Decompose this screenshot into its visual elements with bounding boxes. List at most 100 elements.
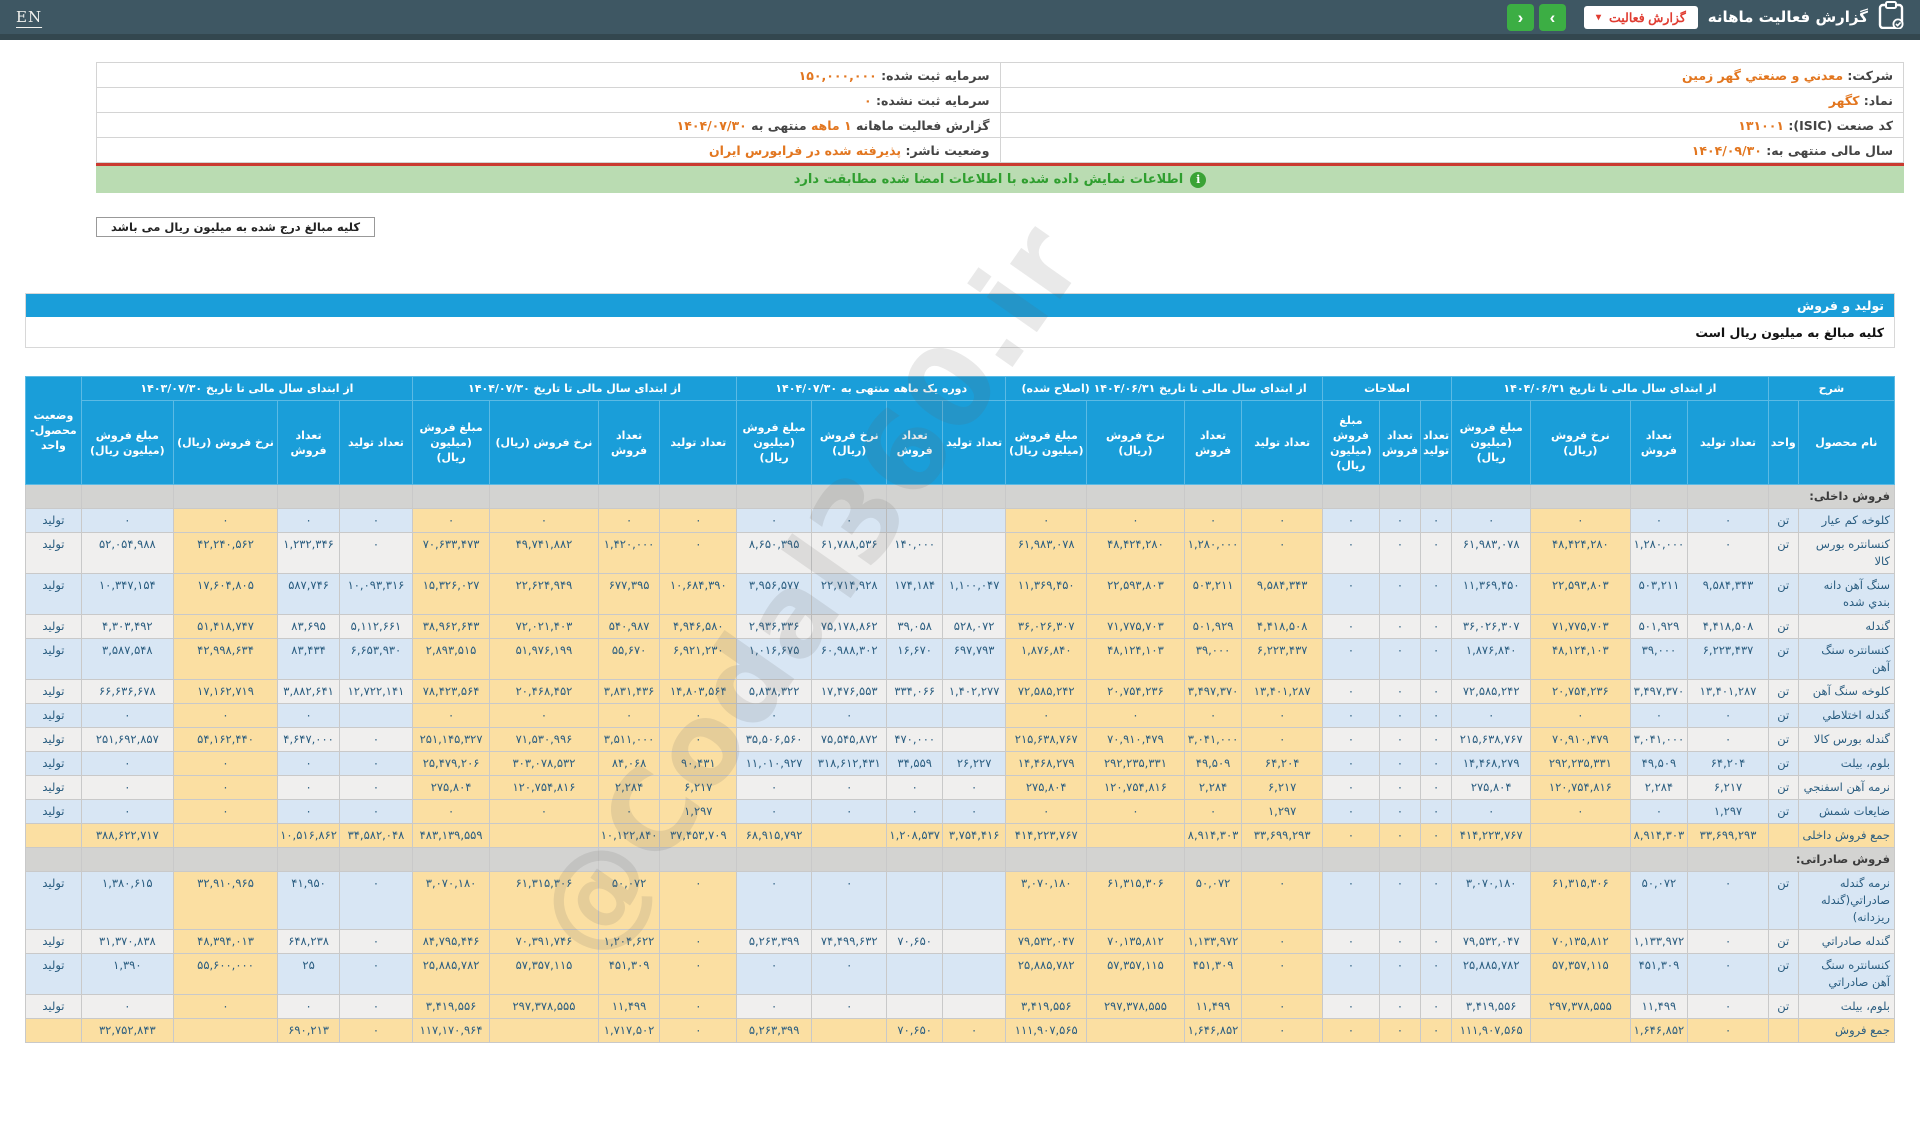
value-cell: ۰ — [1531, 800, 1630, 824]
value-cell: ۷۱,۷۷۵,۷۰۳ — [1531, 615, 1630, 639]
cell — [1242, 848, 1322, 872]
cell — [942, 485, 1005, 509]
value-cell: ۳۹,۰۰۰ — [1630, 639, 1688, 680]
value-cell: ۶,۲۱۷ — [660, 776, 737, 800]
value-cell: ۰ — [598, 704, 660, 728]
million-rial-note-box: کلیه مبالغ درج شده به میلیون ریال می باش… — [96, 217, 375, 237]
info-value: معدني و صنعتي گهر زمين — [1682, 68, 1843, 83]
value-cell: ۰ — [1379, 639, 1420, 680]
value-cell: ۲۹۷,۳۷۸,۵۵۵ — [490, 995, 599, 1019]
value-cell: ۰ — [1688, 1019, 1768, 1043]
table-row: نرمه آهن اسفنجيتن۶,۲۱۷۲,۲۸۴۱۲۰,۷۵۴,۸۱۶۲۷… — [26, 776, 1895, 800]
value-cell: ۰ — [1421, 930, 1452, 954]
value-cell: ۰ — [1322, 533, 1379, 574]
value-cell: ۰ — [1421, 728, 1452, 752]
cell — [1452, 848, 1531, 872]
previous-report-button[interactable]: ‹ — [1507, 4, 1534, 31]
category-name-cell: فروش داخلی: — [1768, 485, 1894, 509]
value-cell — [339, 704, 412, 728]
cell — [490, 848, 599, 872]
value-cell: ۱۲۰,۷۵۴,۸۱۶ — [1531, 776, 1630, 800]
value-cell: ۱۰,۳۴۷,۱۵۴ — [81, 574, 173, 615]
value-cell: ۳,۴۹۷,۳۷۰ — [1184, 680, 1242, 704]
status-column-header: وضعیت محصول- واحد — [26, 377, 82, 485]
value-cell: ۳۴,۵۸۲,۰۴۸ — [339, 824, 412, 848]
value-cell: ۱۴,۴۶۸,۲۷۹ — [1452, 752, 1531, 776]
value-cell: ۱۶,۶۷۰ — [887, 639, 943, 680]
value-cell: ۰ — [339, 776, 412, 800]
info-label: سرمایه ثبت نشده: — [872, 93, 990, 108]
value-cell: ۰ — [812, 995, 887, 1019]
value-cell: ۰ — [660, 509, 737, 533]
cell — [173, 485, 277, 509]
value-cell: ۶۱,۷۸۸,۵۳۶ — [812, 533, 887, 574]
cell — [1087, 848, 1184, 872]
cell — [278, 848, 340, 872]
value-cell: ۰ — [1379, 533, 1420, 574]
value-cell: ۰ — [1379, 680, 1420, 704]
value-cell: ۰ — [1379, 728, 1420, 752]
value-cell: ۶۱,۳۱۵,۳۰۶ — [1087, 872, 1184, 930]
value-cell: ۲۶,۲۲۷ — [942, 752, 1005, 776]
value-cell: ۰ — [1322, 995, 1379, 1019]
value-cell — [1531, 1019, 1630, 1043]
table-row: کنسانتره سنگ آهن صادراتيتن۰۴۵۱,۳۰۹۵۷,۳۵۷… — [26, 954, 1895, 995]
value-cell: ۳,۸۳۱,۴۳۶ — [598, 680, 660, 704]
value-cell: ۰ — [1379, 752, 1420, 776]
report-type-dropdown[interactable]: گزارش فعالیت ▾ — [1584, 6, 1698, 29]
unit-cell: تن — [1768, 954, 1798, 995]
value-cell: ۰ — [1421, 800, 1452, 824]
language-switch-en[interactable]: EN — [16, 8, 42, 26]
column-header: تعداد فروش — [1630, 401, 1688, 485]
value-cell: ۰ — [278, 776, 340, 800]
value-cell: ۰ — [1322, 680, 1379, 704]
cell — [737, 485, 812, 509]
info-label: سال مالی منتهی به: — [1762, 143, 1893, 158]
info-label: سرمایه ثبت شده: — [877, 68, 990, 83]
value-cell: ۰ — [1531, 704, 1630, 728]
value-cell: ۰ — [737, 995, 812, 1019]
value-cell: ۰ — [1421, 954, 1452, 995]
value-cell: ۱۷,۴۷۶,۵۵۳ — [812, 680, 887, 704]
cell — [1688, 485, 1768, 509]
unit-cell: تن — [1768, 509, 1798, 533]
value-cell: ۰ — [339, 995, 412, 1019]
value-cell: ۹,۵۸۴,۳۴۳ — [1688, 574, 1768, 615]
company-info-cell: سال مالی منتهی به: ۱۴۰۴/۰۹/۳۰ — [1000, 138, 1904, 163]
info-label: نماد: — [1859, 93, 1893, 108]
cell — [887, 485, 943, 509]
column-group-header: از ابتدای سال مالی تا تاریخ ۱۴۰۴/۰۶/۳۱ — [1452, 377, 1769, 401]
info-value: ۱۴۰۴/۰۹/۳۰ — [1692, 143, 1762, 158]
table-row: سنگ آهن دانه بندي شدهتن۹,۵۸۴,۳۴۳۵۰۳,۲۱۱۲… — [26, 574, 1895, 615]
value-cell: ۰ — [339, 800, 412, 824]
value-cell: ۰ — [1322, 752, 1379, 776]
value-cell: ۰ — [278, 752, 340, 776]
value-cell: ۱,۸۷۶,۸۴۰ — [1006, 639, 1087, 680]
next-report-button[interactable]: › — [1539, 4, 1566, 31]
value-cell: ۰ — [1184, 509, 1242, 533]
value-cell: ۰ — [1452, 704, 1531, 728]
status-cell: تولید — [26, 954, 82, 995]
value-cell: ۰ — [1688, 509, 1768, 533]
column-header: تعداد تولید — [660, 401, 737, 485]
value-cell: ۳۶,۰۲۶,۳۰۷ — [1006, 615, 1087, 639]
status-cell — [26, 485, 82, 509]
value-cell: ۱,۲۸۰,۰۰۰ — [1630, 533, 1688, 574]
status-cell: تولید — [26, 930, 82, 954]
cell — [660, 848, 737, 872]
value-cell: ۰ — [1322, 954, 1379, 995]
value-cell: ۸,۶۵۰,۳۹۵ — [737, 533, 812, 574]
unit-cell: تن — [1768, 533, 1798, 574]
value-cell: ۳,۰۷۰,۱۸۰ — [1452, 872, 1531, 930]
value-cell: ۷۰,۱۳۵,۸۱۲ — [1531, 930, 1630, 954]
top-navigation-bar: گزارش فعالیت ماهانه گزارش فعالیت ▾ › ‹ E… — [0, 0, 1920, 40]
value-cell — [942, 728, 1005, 752]
value-cell: ۵۵,۶۰۰,۰۰۰ — [173, 954, 277, 995]
value-cell: ۴۷۰,۰۰۰ — [887, 728, 943, 752]
value-cell: ۱,۱۳۳,۹۷۲ — [1630, 930, 1688, 954]
value-cell: ۱۱۱,۹۰۷,۵۶۵ — [1452, 1019, 1531, 1043]
value-cell: ۰ — [1421, 872, 1452, 930]
signature-notice-bar: i اطلاعات نمایش داده شده با اطلاعات امضا… — [96, 166, 1904, 193]
value-cell: ۲۰,۷۵۴,۲۳۶ — [1087, 680, 1184, 704]
unit-cell: تن — [1768, 752, 1798, 776]
